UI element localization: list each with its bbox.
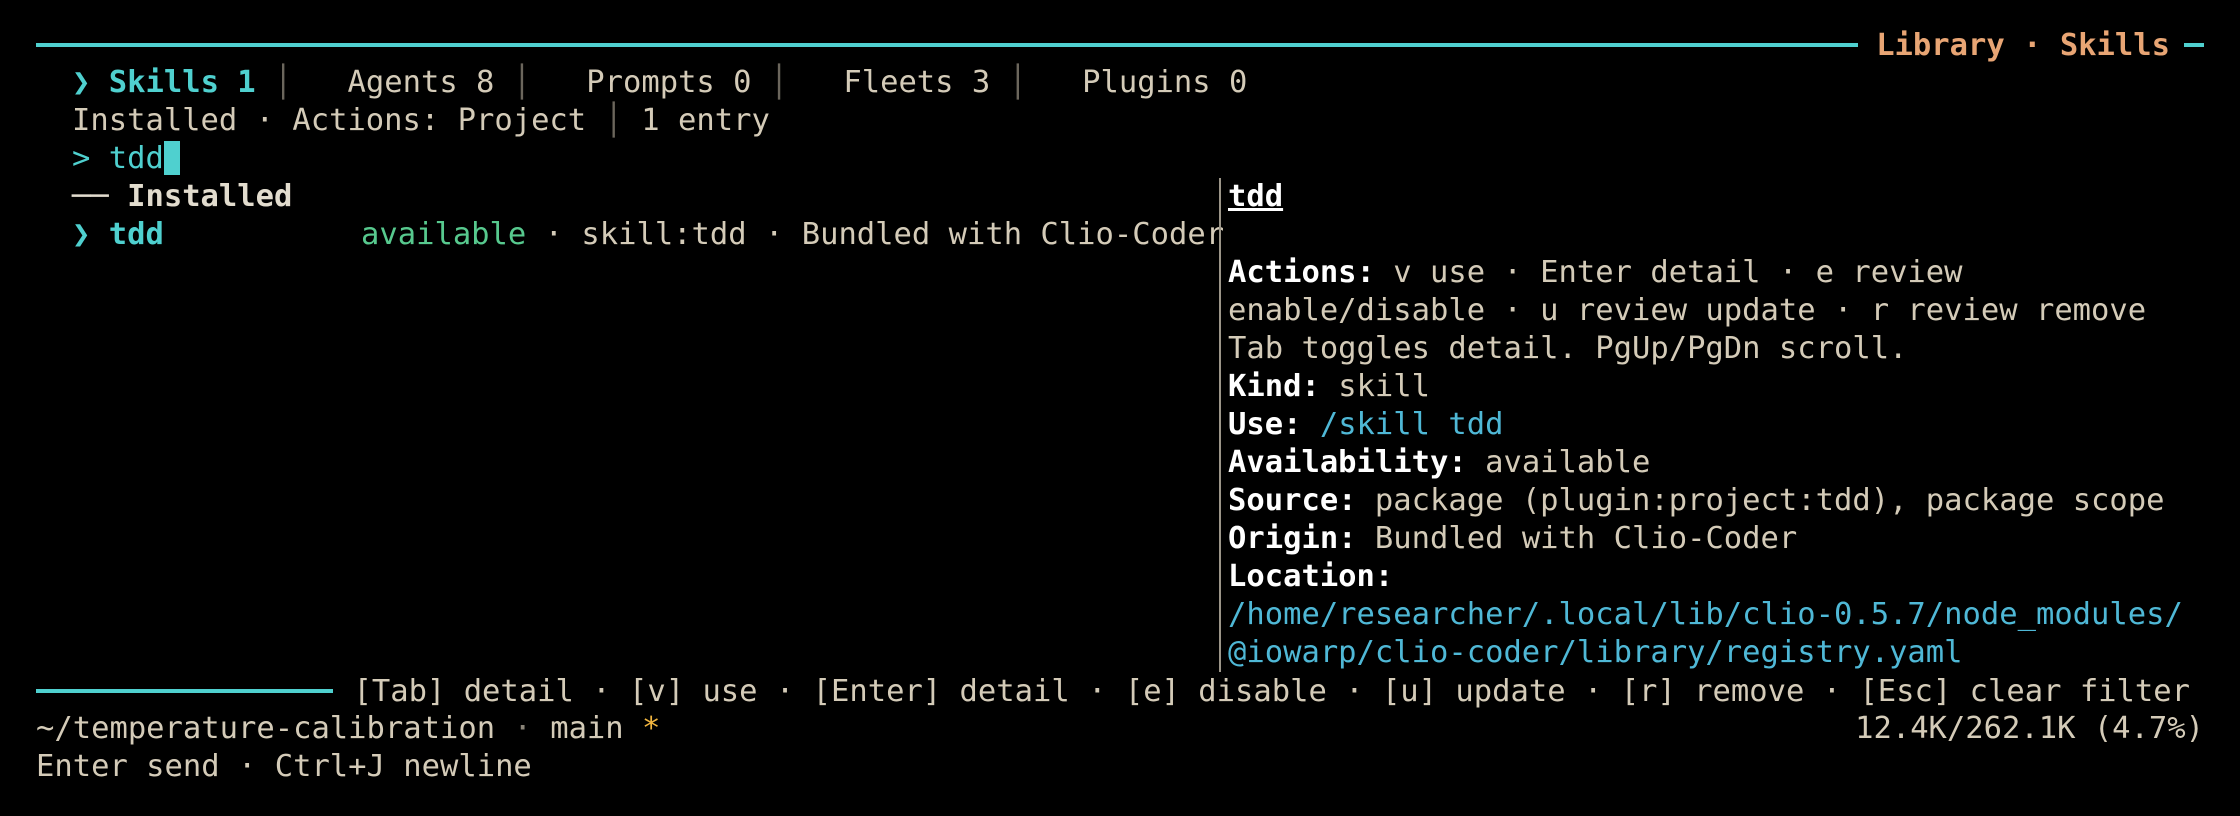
detail-hint: Tab toggles detail. PgUp/PgDn scroll. (1228, 330, 1907, 368)
keybind-tab[interactable]: [Tab] detail (353, 674, 573, 709)
subheader-separator: │ (604, 103, 623, 138)
filter-summary: Installed · Actions: Project (72, 103, 587, 138)
use-command[interactable]: /skill tdd (1320, 407, 1504, 442)
keybind-use[interactable]: [v] use (629, 674, 758, 709)
keybind-key: [r] (1620, 673, 1676, 709)
keybind-update[interactable]: [u] update (1382, 674, 1566, 709)
source-label: Source: (1228, 483, 1357, 518)
subheader: Installed · Actions: Project │ 1 entry (72, 102, 770, 140)
use-label: Use: (1228, 407, 1302, 442)
detail-divider (1219, 178, 1221, 672)
keybind-clear-filter[interactable]: [Esc] clear filter (1859, 674, 2190, 709)
text-cursor (163, 140, 180, 175)
header-rule-line (36, 43, 1859, 47)
source-value: package (plugin:project:tdd), package sc… (1374, 483, 2165, 518)
header-rule: Library · Skills (36, 26, 2204, 64)
search-input[interactable]: > tdd (72, 140, 180, 178)
detail-location-path[interactable]: /home/researcher/.local/lib/clio-0.5.7/n… (1228, 596, 2183, 634)
keybind-action: use (702, 673, 758, 709)
tab-plugins[interactable]: Plugins 0 (1082, 65, 1247, 100)
detail-actions-cont: enable/disable · u review update · r rev… (1228, 292, 2146, 330)
input-hint: Enter send · Ctrl+J newline (36, 748, 532, 786)
detail-availability: Availability: available (1228, 444, 1650, 482)
tab-separator: │ (1008, 65, 1028, 100)
list-item-status: available (361, 217, 527, 252)
tab-bar: ❯ Skills 1 │ Agents 8 │ Prompts 0 │ Flee… (72, 64, 1247, 102)
keybind-key: [Esc] (1859, 673, 1952, 709)
location-line1: /home/researcher/.local/lib/clio-0.5.7/n… (1228, 597, 2183, 632)
kind-label: Kind: (1228, 369, 1320, 404)
status-dot: · (513, 711, 532, 746)
detail-actions: Actions: v use · Enter detail · e review (1228, 254, 1963, 292)
tab-agents[interactable]: Agents 8 (348, 65, 495, 100)
keybind-enter[interactable]: [Enter] detail (813, 674, 1070, 709)
search-prompt: > (72, 141, 91, 176)
token-usage-text: 12.4K/262.1K (4.7%) (1855, 711, 2204, 746)
list-item-details: available · skill:tdd · Bundled with Cli… (361, 216, 1224, 254)
location-line2: @iowarp/clio-coder/library/registry.yaml (1228, 635, 1963, 670)
keybind-hints: [Tab] detail · [v] use · [Enter] detail … (353, 673, 2190, 709)
header-rule-end (2184, 43, 2204, 47)
token-usage: 12.4K/262.1K (4.7%) (1855, 710, 2204, 748)
detail-hint-text: Tab toggles detail. PgUp/PgDn scroll. (1228, 331, 1908, 366)
detail-title: tdd (1228, 178, 1283, 216)
tab-skills[interactable]: ❯ Skills 1 (72, 65, 256, 100)
list-item-marker: ❯ (72, 217, 91, 252)
tab-separator: │ (769, 65, 789, 100)
keybind-key: [v] (628, 673, 685, 709)
detail-source: Source: package (plugin:project:tdd), pa… (1228, 482, 2165, 520)
actions-line1: v use · Enter detail · e review (1393, 255, 1963, 290)
section-header-installed: ── Installed (72, 178, 292, 216)
detail-location: Location: (1228, 558, 1393, 596)
section-rule: ── (72, 179, 109, 214)
tab-skills-label: Skills 1 (108, 65, 256, 100)
location-label: Location: (1228, 559, 1394, 594)
keybind-action: update (1455, 673, 1566, 709)
input-hint-text: Enter send · Ctrl+J newline (36, 749, 532, 784)
keybind-action: detail (959, 673, 1070, 709)
keybind-action: clear filter (1969, 673, 2190, 709)
entry-count: 1 entry (641, 103, 770, 138)
tab-separator: │ (274, 65, 293, 100)
kind-value: skill (1338, 369, 1431, 404)
actions-label: Actions: (1228, 255, 1375, 290)
list-item-name: tdd (108, 217, 164, 252)
detail-kind: Kind: skill (1228, 368, 1430, 406)
keybind-action: remove (1694, 673, 1805, 709)
keybind-key: [e] (1124, 673, 1180, 709)
keybind-action: detail (463, 673, 574, 709)
detail-title-text: tdd (1228, 179, 1284, 214)
availability-label: Availability: (1228, 445, 1467, 480)
tab-active-marker: ❯ (72, 65, 91, 100)
keybind-disable[interactable]: [e] disable (1125, 674, 1327, 709)
keybind-action: disable (1198, 673, 1327, 709)
tab-fleets[interactable]: Fleets 3 (843, 65, 990, 100)
header-title: Library · Skills (1876, 27, 2170, 63)
cwd-path: ~/temperature-calibration (36, 711, 496, 746)
origin-label: Origin: (1228, 521, 1357, 556)
footer-rule: [Tab] detail · [v] use · [Enter] detail … (36, 672, 2204, 710)
keybind-remove[interactable]: [r] remove (1621, 674, 1805, 709)
origin-value: Bundled with Clio-Coder (1374, 521, 1798, 556)
actions-line2: enable/disable · u review update · r rev… (1228, 293, 2147, 328)
status-path: ~/temperature-calibration · main * (36, 710, 660, 748)
detail-origin: Origin: Bundled with Clio-Coder (1228, 520, 1797, 558)
list-item[interactable]: ❯ tdd (72, 216, 164, 254)
search-query: tdd (108, 141, 164, 176)
section-label: Installed (127, 179, 293, 214)
detail-use: Use: /skill tdd (1228, 406, 1503, 444)
dirty-indicator: * (642, 711, 661, 746)
tab-prompts[interactable]: Prompts 0 (586, 65, 751, 100)
footer-rule-line (36, 689, 334, 693)
git-branch: main (550, 711, 624, 746)
keybind-key: [u] (1381, 673, 1438, 709)
tab-separator: │ (512, 65, 532, 100)
availability-value: available (1485, 445, 1651, 480)
keybind-key: [Enter] (812, 673, 942, 709)
list-item-meta: · skill:tdd · Bundled with Clio-Coder (544, 217, 1225, 252)
keybind-key: [Tab] (353, 673, 446, 709)
detail-location-path-cont[interactable]: @iowarp/clio-coder/library/registry.yaml (1228, 634, 1963, 672)
